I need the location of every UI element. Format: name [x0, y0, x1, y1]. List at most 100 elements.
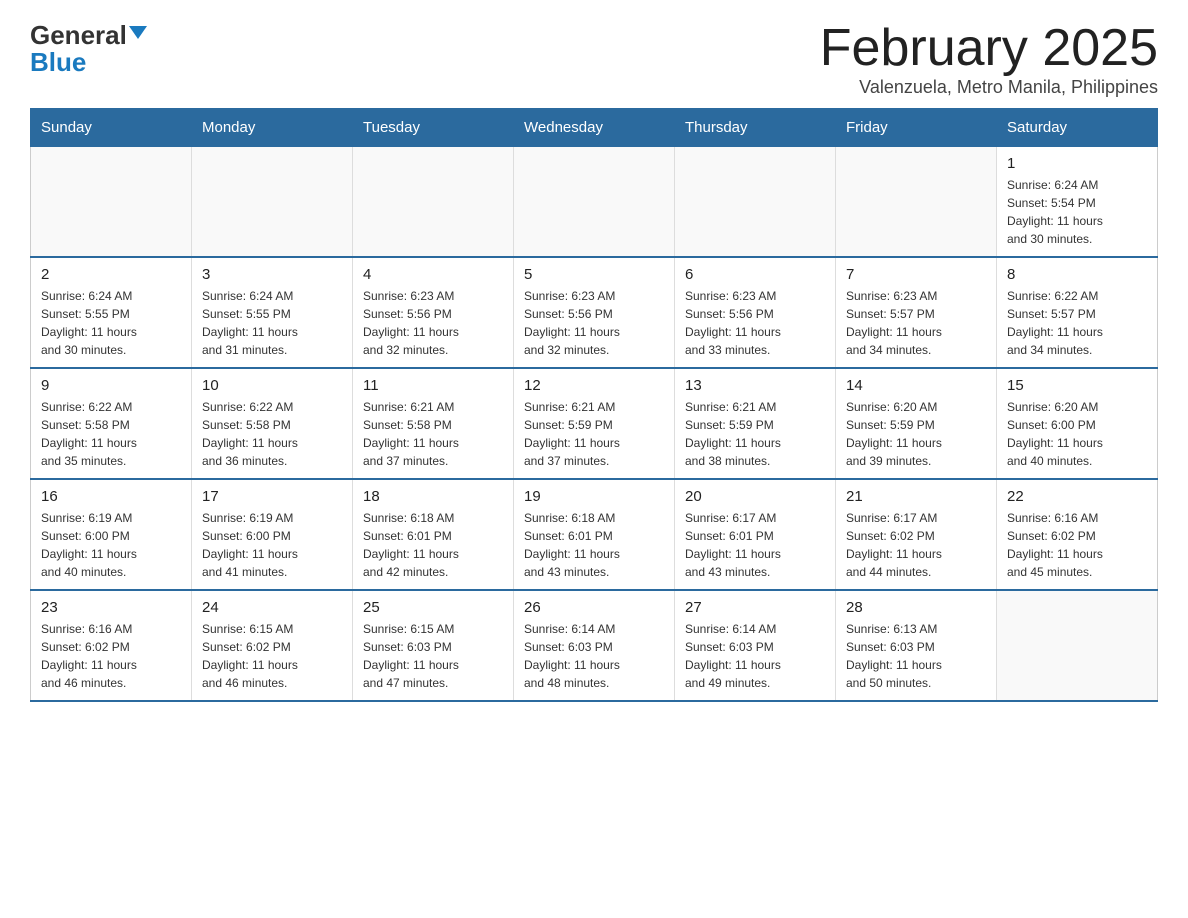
calendar-day-cell: 26Sunrise: 6:14 AM Sunset: 6:03 PM Dayli…: [514, 590, 675, 701]
day-info: Sunrise: 6:15 AM Sunset: 6:02 PM Dayligh…: [202, 620, 342, 692]
day-info: Sunrise: 6:21 AM Sunset: 5:59 PM Dayligh…: [685, 398, 825, 470]
day-info: Sunrise: 6:23 AM Sunset: 5:56 PM Dayligh…: [363, 287, 503, 359]
calendar-day-cell: 7 Sunrise: 6:23 AM Sunset: 5:57 PM Daylig…: [836, 257, 997, 368]
day-number: 28: [846, 599, 986, 616]
calendar-day-cell: 22 Sunrise: 6:16 AM Sunset: 6:02 PM Dayli…: [997, 479, 1158, 590]
day-number: 1: [1007, 155, 1147, 172]
day-info: Sunrise: 6:24 AM Sunset: 5:54 PM Dayligh…: [1007, 176, 1147, 248]
calendar-table: SundayMondayTuesdayWednesdayThursdayFrid…: [30, 108, 1158, 702]
calendar-day-cell: 25 Sunrise: 6:15 AM Sunset: 6:03 PM Dayli…: [353, 590, 514, 701]
calendar-day-cell: 24 Sunrise: 6:15 AM Sunset: 6:02 PM Dayli…: [192, 590, 353, 701]
day-info: Sunrise: 6:24 AM Sunset: 5:55 PM Dayligh…: [41, 287, 181, 359]
day-info: Sunrise: 6:19 AM Sunset: 6:00 PM Dayligh…: [202, 509, 342, 581]
header-sunday: Sunday: [31, 109, 192, 147]
calendar-day-cell: 23Sunrise: 6:16 AM Sunset: 6:02 PM Dayli…: [31, 590, 192, 701]
day-number: 7: [846, 266, 986, 283]
day-info: Sunrise: 6:14 AM Sunset: 6:03 PM Dayligh…: [685, 620, 825, 692]
day-number: 21: [846, 488, 986, 505]
day-number: 20: [685, 488, 825, 505]
calendar-day-cell: 9 Sunrise: 6:22 AM Sunset: 5:58 PM Daylig…: [31, 368, 192, 479]
day-number: 4: [363, 266, 503, 283]
calendar-day-cell: 11 Sunrise: 6:21 AM Sunset: 5:58 PM Dayli…: [353, 368, 514, 479]
day-number: 11: [363, 377, 503, 394]
header-wednesday: Wednesday: [514, 109, 675, 147]
title-block: February 2025 Valenzuela, Metro Manila, …: [820, 20, 1158, 98]
day-info: Sunrise: 6:13 AM Sunset: 6:03 PM Dayligh…: [846, 620, 986, 692]
calendar-week-row: 16 Sunrise: 6:19 AM Sunset: 6:00 PM Dayli…: [31, 479, 1158, 590]
header-monday: Monday: [192, 109, 353, 147]
calendar-week-row: 23Sunrise: 6:16 AM Sunset: 6:02 PM Dayli…: [31, 590, 1158, 701]
calendar-day-cell: 2 Sunrise: 6:24 AM Sunset: 5:55 PM Daylig…: [31, 257, 192, 368]
calendar-day-cell: 12Sunrise: 6:21 AM Sunset: 5:59 PM Dayli…: [514, 368, 675, 479]
day-number: 17: [202, 488, 342, 505]
day-number: 2: [41, 266, 181, 283]
calendar-day-cell: 15Sunrise: 6:20 AM Sunset: 6:00 PM Dayli…: [997, 368, 1158, 479]
calendar-day-cell: [836, 147, 997, 258]
logo-triangle-icon: [129, 26, 147, 39]
day-number: 27: [685, 599, 825, 616]
day-number: 24: [202, 599, 342, 616]
calendar-day-cell: 28 Sunrise: 6:13 AM Sunset: 6:03 PM Dayli…: [836, 590, 997, 701]
calendar-subtitle: Valenzuela, Metro Manila, Philippines: [820, 77, 1158, 98]
day-info: Sunrise: 6:23 AM Sunset: 5:56 PM Dayligh…: [524, 287, 664, 359]
calendar-day-cell: 4 Sunrise: 6:23 AM Sunset: 5:56 PM Daylig…: [353, 257, 514, 368]
calendar-day-cell: [31, 147, 192, 258]
day-number: 12: [524, 377, 664, 394]
calendar-day-cell: 18 Sunrise: 6:18 AM Sunset: 6:01 PM Dayli…: [353, 479, 514, 590]
calendar-day-cell: [514, 147, 675, 258]
day-number: 14: [846, 377, 986, 394]
day-info: Sunrise: 6:21 AM Sunset: 5:58 PM Dayligh…: [363, 398, 503, 470]
calendar-day-cell: [997, 590, 1158, 701]
day-number: 22: [1007, 488, 1147, 505]
day-info: Sunrise: 6:23 AM Sunset: 5:56 PM Dayligh…: [685, 287, 825, 359]
day-info: Sunrise: 6:22 AM Sunset: 5:58 PM Dayligh…: [41, 398, 181, 470]
calendar-day-cell: 5 Sunrise: 6:23 AM Sunset: 5:56 PM Daylig…: [514, 257, 675, 368]
calendar-day-cell: 8 Sunrise: 6:22 AM Sunset: 5:57 PM Daylig…: [997, 257, 1158, 368]
day-info: Sunrise: 6:16 AM Sunset: 6:02 PM Dayligh…: [41, 620, 181, 692]
header-tuesday: Tuesday: [353, 109, 514, 147]
calendar-day-cell: 6 Sunrise: 6:23 AM Sunset: 5:56 PM Daylig…: [675, 257, 836, 368]
header-friday: Friday: [836, 109, 997, 147]
calendar-day-cell: 16 Sunrise: 6:19 AM Sunset: 6:00 PM Dayli…: [31, 479, 192, 590]
calendar-day-cell: [353, 147, 514, 258]
logo: General Blue: [30, 20, 147, 78]
day-info: Sunrise: 6:15 AM Sunset: 6:03 PM Dayligh…: [363, 620, 503, 692]
page-header: General Blue February 2025 Valenzuela, M…: [30, 20, 1158, 98]
day-number: 26: [524, 599, 664, 616]
day-info: Sunrise: 6:22 AM Sunset: 5:58 PM Dayligh…: [202, 398, 342, 470]
calendar-day-cell: 3Sunrise: 6:24 AM Sunset: 5:55 PM Daylig…: [192, 257, 353, 368]
calendar-day-cell: [675, 147, 836, 258]
day-info: Sunrise: 6:23 AM Sunset: 5:57 PM Dayligh…: [846, 287, 986, 359]
day-info: Sunrise: 6:18 AM Sunset: 6:01 PM Dayligh…: [363, 509, 503, 581]
header-saturday: Saturday: [997, 109, 1158, 147]
day-info: Sunrise: 6:22 AM Sunset: 5:57 PM Dayligh…: [1007, 287, 1147, 359]
day-number: 16: [41, 488, 181, 505]
day-number: 8: [1007, 266, 1147, 283]
calendar-day-cell: 17 Sunrise: 6:19 AM Sunset: 6:00 PM Dayli…: [192, 479, 353, 590]
day-info: Sunrise: 6:16 AM Sunset: 6:02 PM Dayligh…: [1007, 509, 1147, 581]
day-number: 18: [363, 488, 503, 505]
calendar-day-cell: 19 Sunrise: 6:18 AM Sunset: 6:01 PM Dayli…: [514, 479, 675, 590]
calendar-week-row: 1 Sunrise: 6:24 AM Sunset: 5:54 PM Daylig…: [31, 147, 1158, 258]
day-number: 5: [524, 266, 664, 283]
calendar-header-row: SundayMondayTuesdayWednesdayThursdayFrid…: [31, 109, 1158, 147]
calendar-day-cell: [192, 147, 353, 258]
calendar-title: February 2025: [820, 20, 1158, 77]
day-number: 13: [685, 377, 825, 394]
day-info: Sunrise: 6:17 AM Sunset: 6:01 PM Dayligh…: [685, 509, 825, 581]
calendar-day-cell: 21Sunrise: 6:17 AM Sunset: 6:02 PM Dayli…: [836, 479, 997, 590]
calendar-day-cell: 20 Sunrise: 6:17 AM Sunset: 6:01 PM Dayli…: [675, 479, 836, 590]
day-number: 19: [524, 488, 664, 505]
day-number: 25: [363, 599, 503, 616]
calendar-day-cell: 14 Sunrise: 6:20 AM Sunset: 5:59 PM Dayli…: [836, 368, 997, 479]
calendar-day-cell: 10 Sunrise: 6:22 AM Sunset: 5:58 PM Dayli…: [192, 368, 353, 479]
day-info: Sunrise: 6:18 AM Sunset: 6:01 PM Dayligh…: [524, 509, 664, 581]
calendar-day-cell: 13 Sunrise: 6:21 AM Sunset: 5:59 PM Dayli…: [675, 368, 836, 479]
day-number: 9: [41, 377, 181, 394]
calendar-week-row: 2 Sunrise: 6:24 AM Sunset: 5:55 PM Daylig…: [31, 257, 1158, 368]
day-info: Sunrise: 6:19 AM Sunset: 6:00 PM Dayligh…: [41, 509, 181, 581]
day-number: 6: [685, 266, 825, 283]
day-number: 10: [202, 377, 342, 394]
header-thursday: Thursday: [675, 109, 836, 147]
day-info: Sunrise: 6:20 AM Sunset: 5:59 PM Dayligh…: [846, 398, 986, 470]
